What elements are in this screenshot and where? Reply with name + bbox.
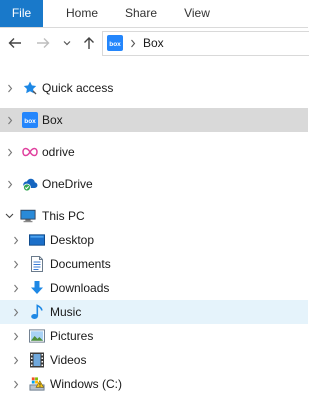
tab-share[interactable]: Share (116, 0, 166, 27)
tree-item-label: This PC (42, 209, 85, 223)
tree-item-label: Pictures (50, 329, 94, 343)
tab-home[interactable]: Home (57, 0, 107, 27)
infinity-icon (22, 144, 38, 160)
tree-item-label: Documents (50, 257, 111, 271)
tree-item-label: Downloads (50, 281, 110, 295)
tree-item-onedrive[interactable]: OneDrive (0, 172, 308, 196)
tree-item-quick-access[interactable]: Quick access (0, 76, 308, 100)
tree-item-label: Videos (50, 353, 87, 367)
chevron-right-icon[interactable] (5, 114, 15, 126)
star-pin-icon (22, 80, 38, 96)
tree-item-odrive[interactable]: odrive (0, 140, 308, 164)
forward-arrow-icon[interactable] (35, 33, 51, 53)
computer-icon (20, 208, 36, 224)
chevron-right-icon[interactable] (11, 354, 21, 366)
up-arrow-icon[interactable] (81, 33, 97, 53)
chevron-right-icon[interactable] (128, 35, 138, 51)
tree-item-label: Music (50, 305, 82, 319)
chevron-right-icon[interactable] (11, 306, 21, 318)
tree-item-label: OneDrive (42, 177, 93, 191)
chevron-right-icon[interactable] (11, 234, 21, 246)
chevron-right-icon[interactable] (5, 82, 15, 94)
tree-item-desktop[interactable]: Desktop (0, 228, 308, 252)
tree-item-label: Quick access (42, 81, 114, 95)
film-icon (29, 352, 45, 368)
address-path[interactable]: Box (143, 32, 164, 55)
picture-icon (29, 328, 45, 344)
tree-item-this-pc[interactable]: This PC (0, 204, 308, 228)
box-icon-text: box (109, 41, 121, 48)
tree-item-videos[interactable]: Videos (0, 348, 308, 372)
box-icon-text: box (24, 118, 36, 125)
chevron-right-icon[interactable] (5, 146, 15, 158)
navigation-pane: Quick access box Box odrive OneDrive Thi… (0, 60, 308, 402)
chevron-down-icon[interactable] (4, 210, 14, 222)
address-bar[interactable]: box Box (102, 31, 309, 56)
chevron-down-icon[interactable] (61, 33, 73, 53)
tree-item-label: odrive (42, 145, 75, 159)
drive-icon (29, 376, 45, 392)
tree-item-documents[interactable]: Documents (0, 252, 308, 276)
chevron-right-icon[interactable] (11, 258, 21, 270)
tree-item-label: Box (42, 113, 63, 127)
chevron-right-icon[interactable] (11, 330, 21, 342)
box-icon: box (22, 112, 38, 128)
tree-item-label: Desktop (50, 233, 95, 247)
document-icon (29, 256, 45, 272)
chevron-right-icon[interactable] (11, 378, 21, 390)
tab-view[interactable]: View (176, 0, 218, 27)
tree-item-windows-c[interactable]: Windows (C:) (0, 372, 308, 396)
tree-item-label: Windows (C:) (50, 377, 123, 391)
tree-item-box[interactable]: box Box (0, 108, 308, 132)
tree-item-downloads[interactable]: Downloads (0, 276, 308, 300)
music-note-icon (29, 304, 45, 320)
cloud-check-icon (22, 176, 38, 192)
download-arrow-icon (29, 280, 45, 296)
box-icon: box (107, 35, 123, 51)
desktop-icon (29, 232, 45, 248)
chevron-right-icon[interactable] (11, 282, 21, 294)
tab-file[interactable]: File (0, 0, 43, 27)
ribbon-tabs: File Home Share View (0, 0, 308, 28)
navigation-bar: box Box (0, 28, 309, 58)
back-arrow-icon[interactable] (7, 33, 23, 53)
tree-item-pictures[interactable]: Pictures (0, 324, 308, 348)
chevron-right-icon[interactable] (5, 178, 15, 190)
tree-item-music[interactable]: Music (0, 300, 308, 324)
